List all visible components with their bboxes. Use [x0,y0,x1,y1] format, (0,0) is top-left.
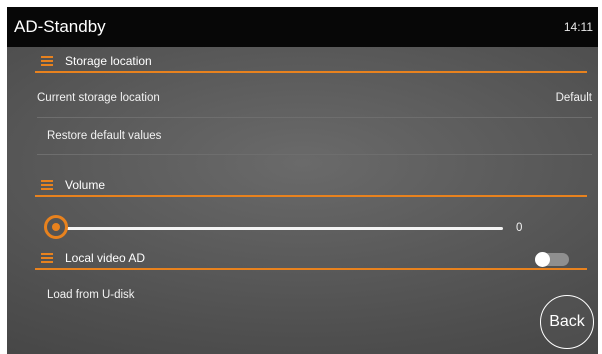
restore-defaults-button[interactable]: Restore default values [47,130,161,142]
row-divider [37,154,592,155]
title-bar: AD-Standby 14:11 [7,7,598,47]
section-divider [35,195,587,197]
section-header-storage: Storage location [7,51,587,73]
section-header-local-video: Local video AD [7,248,587,270]
clock: 14:11 [563,20,593,34]
section-divider [35,268,587,270]
section-title-volume: Volume [65,178,106,192]
section-title-local-video: Local video AD [65,251,146,265]
back-button[interactable]: Back [540,295,594,349]
section-header-volume: Volume [7,175,587,197]
menu-icon [41,180,53,190]
local-video-toggle[interactable] [535,252,569,267]
volume-value: 0 [516,222,523,234]
menu-icon [41,253,53,263]
toggle-thumb [535,252,550,267]
menu-icon [41,56,53,66]
screen: AD-Standby 14:11 Storage location Curren… [7,7,598,354]
volume-slider-track[interactable] [55,227,503,230]
row-divider [37,117,592,118]
load-from-udisk-button[interactable]: Load from U-disk [47,289,135,301]
volume-slider-knob[interactable] [44,215,68,239]
section-title-storage: Storage location [65,54,152,68]
section-divider [35,71,587,73]
app-title: AD-Standby [14,17,106,36]
current-storage-label: Current storage location [37,92,160,104]
current-storage-value: Default [555,92,592,104]
